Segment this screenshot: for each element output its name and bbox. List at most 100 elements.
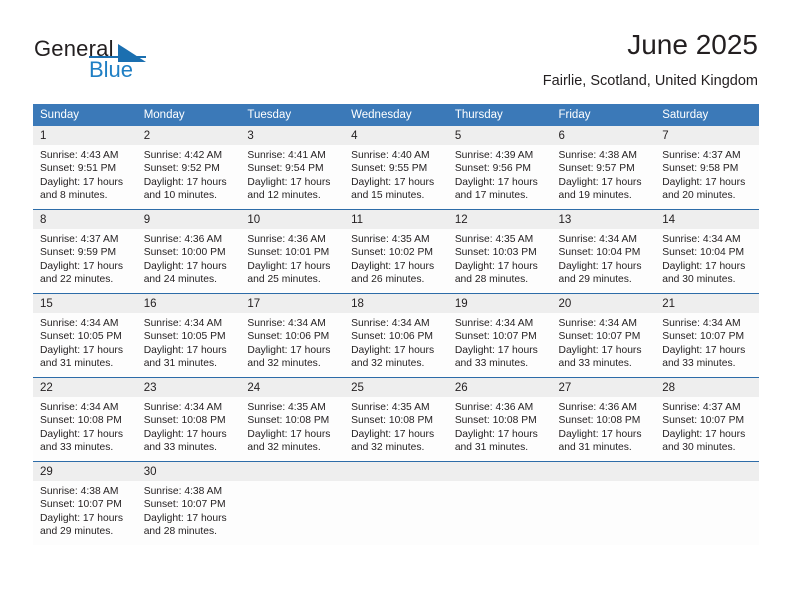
day-number: 17 [240,294,345,313]
day-cell-4[interactable]: 4 Sunrise: 4:40 AM Sunset: 9:55 PM Dayli… [344,126,448,209]
day-number: 1 [33,126,137,145]
day-cell-27[interactable]: 27 Sunrise: 4:36 AM Sunset: 10:08 PM Day… [551,378,656,461]
sunrise-text: Sunrise: 4:36 AM [558,402,637,413]
calendar-day-cell[interactable]: 6 Sunrise: 4:38 AM Sunset: 9:57 PM Dayli… [551,126,656,210]
calendar-body: 1 Sunrise: 4:43 AM Sunset: 9:51 PM Dayli… [33,126,759,545]
day-cell-7[interactable]: 7 Sunrise: 4:37 AM Sunset: 9:58 PM Dayli… [655,126,759,209]
day-cell-8[interactable]: 8 Sunrise: 4:37 AM Sunset: 9:59 PM Dayli… [33,210,137,293]
sunrise-text: Sunrise: 4:41 AM [247,150,326,161]
calendar-day-cell[interactable]: 5 Sunrise: 4:39 AM Sunset: 9:56 PM Dayli… [447,126,552,210]
calendar-day-cell[interactable]: 30 Sunrise: 4:38 AM Sunset: 10:07 PM Day… [136,461,241,545]
day-cell-5[interactable]: 5 Sunrise: 4:39 AM Sunset: 9:56 PM Dayli… [447,126,552,209]
day-cell-23[interactable]: 23 Sunrise: 4:34 AM Sunset: 10:08 PM Day… [136,378,241,461]
page-title: June 2025 [627,29,758,60]
day-number [447,462,552,481]
day-cell-28[interactable]: 28 Sunrise: 4:37 AM Sunset: 10:07 PM Day… [655,378,759,461]
calendar-day-cell[interactable]: 11 Sunrise: 4:35 AM Sunset: 10:02 PM Day… [344,209,448,294]
calendar-day-cell[interactable]: 3 Sunrise: 4:41 AM Sunset: 9:54 PM Dayli… [240,126,345,210]
calendar-day-cell[interactable]: 13 Sunrise: 4:34 AM Sunset: 10:04 PM Day… [551,209,656,294]
calendar-day-cell[interactable]: 29 Sunrise: 4:38 AM Sunset: 10:07 PM Day… [33,461,137,545]
daylight-text-line2: and 33 minutes. [558,358,632,370]
sunrise-text: Sunrise: 4:35 AM [351,402,430,413]
day-cell-14[interactable]: 14 Sunrise: 4:34 AM Sunset: 10:04 PM Day… [655,210,759,293]
calendar-day-cell[interactable]: 19 Sunrise: 4:34 AM Sunset: 10:07 PM Day… [447,293,552,378]
daylight-text-line2: and 8 minutes. [40,190,108,202]
calendar-day-cell[interactable]: 2 Sunrise: 4:42 AM Sunset: 9:52 PM Dayli… [136,126,241,210]
daylight-text-line1: Daylight: 17 hours [662,176,746,188]
day-details: Sunrise: 4:34 AM Sunset: 10:05 PM Daylig… [137,313,241,371]
day-cell-22[interactable]: 22 Sunrise: 4:34 AM Sunset: 10:08 PM Day… [33,378,137,461]
day-cell-16[interactable]: 16 Sunrise: 4:34 AM Sunset: 10:05 PM Day… [136,294,241,377]
day-cell-1[interactable]: 1 Sunrise: 4:43 AM Sunset: 9:51 PM Dayli… [33,126,137,209]
calendar-day-cell[interactable]: 16 Sunrise: 4:34 AM Sunset: 10:05 PM Day… [136,293,241,378]
day-number: 19 [447,294,552,313]
day-cell-3[interactable]: 3 Sunrise: 4:41 AM Sunset: 9:54 PM Dayli… [240,126,345,209]
calendar-day-cell[interactable]: 26 Sunrise: 4:36 AM Sunset: 10:08 PM Day… [447,377,552,462]
day-cell-24[interactable]: 24 Sunrise: 4:35 AM Sunset: 10:08 PM Day… [240,378,345,461]
day-cell-10[interactable]: 10 Sunrise: 4:36 AM Sunset: 10:01 PM Day… [240,210,345,293]
calendar-day-cell[interactable]: 24 Sunrise: 4:35 AM Sunset: 10:08 PM Day… [240,377,345,462]
daylight-text-line1: Daylight: 17 hours [558,428,642,440]
day-cell-9[interactable]: 9 Sunrise: 4:36 AM Sunset: 10:00 PM Dayl… [136,210,241,293]
day-number [240,462,345,481]
daylight-text-line1: Daylight: 17 hours [351,344,435,356]
calendar-day-cell[interactable]: 9 Sunrise: 4:36 AM Sunset: 10:00 PM Dayl… [136,209,241,294]
calendar-day-cell[interactable]: 4 Sunrise: 4:40 AM Sunset: 9:55 PM Dayli… [344,126,448,210]
day-details: Sunrise: 4:38 AM Sunset: 9:57 PM Dayligh… [552,145,656,203]
sunset-text: Sunset: 9:55 PM [351,163,428,175]
calendar-day-cell[interactable]: 25 Sunrise: 4:35 AM Sunset: 10:08 PM Day… [344,377,448,462]
calendar-day-cell[interactable]: 22 Sunrise: 4:34 AM Sunset: 10:08 PM Day… [33,377,137,462]
day-cell-20[interactable]: 20 Sunrise: 4:34 AM Sunset: 10:07 PM Day… [551,294,656,377]
day-cell-11[interactable]: 11 Sunrise: 4:35 AM Sunset: 10:02 PM Day… [344,210,448,293]
calendar-day-cell[interactable]: 21 Sunrise: 4:34 AM Sunset: 10:07 PM Day… [655,293,759,378]
calendar-day-cell[interactable]: 27 Sunrise: 4:36 AM Sunset: 10:08 PM Day… [551,377,656,462]
calendar-day-cell[interactable]: 10 Sunrise: 4:36 AM Sunset: 10:01 PM Day… [240,209,345,294]
day-cell-29[interactable]: 29 Sunrise: 4:38 AM Sunset: 10:07 PM Day… [33,462,137,545]
day-number: 12 [447,210,552,229]
day-cell-17[interactable]: 17 Sunrise: 4:34 AM Sunset: 10:06 PM Day… [240,294,345,377]
daylight-text-line2: and 31 minutes. [143,358,217,370]
day-details: Sunrise: 4:36 AM Sunset: 10:08 PM Daylig… [552,397,656,455]
day-cell-13[interactable]: 13 Sunrise: 4:34 AM Sunset: 10:04 PM Day… [551,210,656,293]
daylight-text-line2: and 29 minutes. [558,274,632,286]
day-cell-6[interactable]: 6 Sunrise: 4:38 AM Sunset: 9:57 PM Dayli… [551,126,656,209]
daylight-text-line2: and 32 minutes. [247,358,321,370]
day-cell-19[interactable]: 19 Sunrise: 4:34 AM Sunset: 10:07 PM Day… [447,294,552,377]
calendar-week-row: 8 Sunrise: 4:37 AM Sunset: 9:59 PM Dayli… [33,209,759,294]
general-blue-logo[interactable]: General Blue [34,36,234,88]
daylight-text-line2: and 31 minutes. [40,358,114,370]
day-cell-30[interactable]: 30 Sunrise: 4:38 AM Sunset: 10:07 PM Day… [136,462,241,545]
daylight-text-line2: and 33 minutes. [40,442,114,454]
calendar-day-cell[interactable]: 18 Sunrise: 4:34 AM Sunset: 10:06 PM Day… [344,293,448,378]
calendar-day-cell[interactable]: 15 Sunrise: 4:34 AM Sunset: 10:05 PM Day… [33,293,137,378]
calendar-day-cell[interactable]: 28 Sunrise: 4:37 AM Sunset: 10:07 PM Day… [655,377,759,462]
day-details: Sunrise: 4:37 AM Sunset: 9:59 PM Dayligh… [33,229,137,287]
day-details: Sunrise: 4:34 AM Sunset: 10:04 PM Daylig… [655,229,759,287]
calendar-day-cell[interactable]: 12 Sunrise: 4:35 AM Sunset: 10:03 PM Day… [447,209,552,294]
sunrise-text: Sunrise: 4:37 AM [40,234,119,245]
calendar-day-cell[interactable]: 17 Sunrise: 4:34 AM Sunset: 10:06 PM Day… [240,293,345,378]
day-cell-2[interactable]: 2 Sunrise: 4:42 AM Sunset: 9:52 PM Dayli… [136,126,241,209]
day-cell-26[interactable]: 26 Sunrise: 4:36 AM Sunset: 10:08 PM Day… [447,378,552,461]
calendar-day-cell[interactable]: 1 Sunrise: 4:43 AM Sunset: 9:51 PM Dayli… [33,126,137,210]
day-number: 8 [33,210,137,229]
day-cell-21[interactable]: 21 Sunrise: 4:34 AM Sunset: 10:07 PM Day… [655,294,759,377]
sunset-text: Sunset: 10:02 PM [351,247,433,259]
calendar-day-cell[interactable]: 14 Sunrise: 4:34 AM Sunset: 10:04 PM Day… [655,209,759,294]
sunset-text: Sunset: 9:58 PM [662,163,739,175]
calendar-day-cell[interactable]: 20 Sunrise: 4:34 AM Sunset: 10:07 PM Day… [551,293,656,378]
daylight-text-line1: Daylight: 17 hours [558,260,642,272]
sunset-text: Sunset: 10:06 PM [351,331,433,343]
day-cell-18[interactable]: 18 Sunrise: 4:34 AM Sunset: 10:06 PM Day… [344,294,448,377]
calendar-day-cell[interactable]: 23 Sunrise: 4:34 AM Sunset: 10:08 PM Day… [136,377,241,462]
day-details: Sunrise: 4:34 AM Sunset: 10:07 PM Daylig… [552,313,656,371]
day-cell-25[interactable]: 25 Sunrise: 4:35 AM Sunset: 10:08 PM Day… [344,378,448,461]
daylight-text-line2: and 32 minutes. [351,358,425,370]
day-cell-15[interactable]: 15 Sunrise: 4:34 AM Sunset: 10:05 PM Day… [33,294,137,377]
calendar-day-cell[interactable]: 8 Sunrise: 4:37 AM Sunset: 9:59 PM Dayli… [33,209,137,294]
calendar-day-cell[interactable]: 7 Sunrise: 4:37 AM Sunset: 9:58 PM Dayli… [655,126,759,210]
day-cell-12[interactable]: 12 Sunrise: 4:35 AM Sunset: 10:03 PM Day… [447,210,552,293]
daylight-text-line2: and 10 minutes. [143,190,217,202]
calendar-week-row: 29 Sunrise: 4:38 AM Sunset: 10:07 PM Day… [33,461,759,545]
day-number: 18 [344,294,448,313]
